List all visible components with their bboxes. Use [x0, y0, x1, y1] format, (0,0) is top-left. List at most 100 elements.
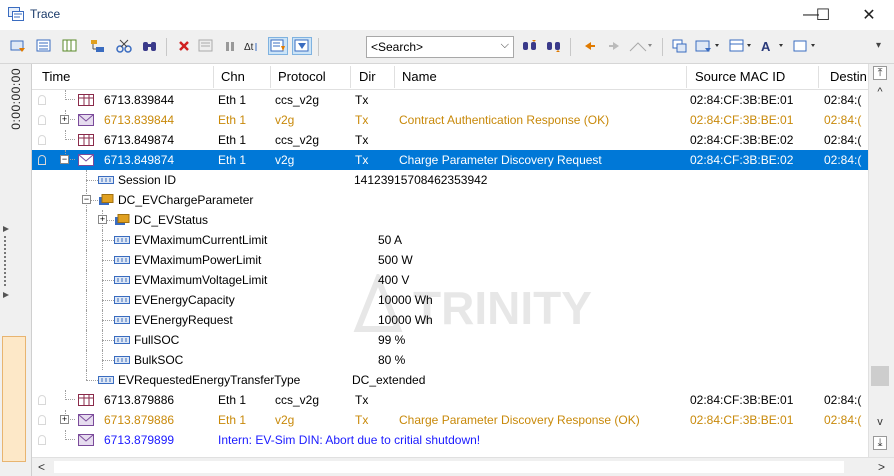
direction-cell: Tx — [355, 93, 369, 107]
bookmark-pin-icon[interactable] — [38, 95, 46, 105]
horizontal-scrollbar[interactable]: < > — [32, 457, 894, 476]
expand-icon[interactable]: + — [60, 415, 69, 424]
source-mac-cell: 02:84:CF:3B:BE:01 — [690, 413, 794, 427]
struct-icon — [114, 214, 130, 226]
autoscroll-icon[interactable] — [268, 37, 288, 55]
column-header-source-mac[interactable]: Source MAC ID — [695, 69, 785, 84]
toolbar: Δt <Search> ⌵ A ▾ — [0, 30, 894, 64]
column-header-chn[interactable]: Chn — [221, 69, 245, 84]
source-mac-cell: 02:84:CF:3B:BE:02 — [690, 153, 794, 167]
font-icon[interactable]: A — [760, 37, 790, 55]
field-name-cell: DC_EVChargeParameter — [118, 193, 254, 207]
message-text-cell: Intern: EV-Sim DIN: Abort due to critial… — [218, 433, 481, 447]
struct-icon — [98, 194, 114, 206]
collapse-icon[interactable]: − — [60, 155, 69, 164]
filter-active-icon[interactable] — [292, 37, 312, 55]
message-icon — [78, 434, 94, 446]
search-up-icon[interactable] — [544, 37, 564, 55]
field-icon — [114, 254, 130, 266]
column-header-dir[interactable]: Dir — [359, 69, 376, 84]
field-icon — [98, 174, 114, 186]
cut-icon[interactable] — [114, 37, 134, 55]
time-axis-strip[interactable]: 0:00:00:00 — [0, 64, 32, 476]
bookmark-pin-icon[interactable] — [38, 115, 46, 125]
protocol-cell: v2g — [275, 153, 295, 167]
trace-settings-icon[interactable] — [34, 37, 54, 55]
field-value-cell: 14123915708462353942 — [354, 173, 488, 187]
maximize-button[interactable]: ☐ — [800, 2, 846, 28]
trace-row[interactable]: − 6713.849874 Eth 1 v2g Tx Charge Parameter D… — [32, 150, 868, 170]
column-header-time[interactable]: Time — [42, 69, 70, 84]
tree-node[interactable]: EVMaximumPowerLimit 500 W — [32, 250, 868, 270]
columns-icon[interactable] — [60, 37, 80, 55]
title-bar: Trace — ☐ ✕ — [0, 0, 894, 30]
tree-connector — [102, 360, 114, 361]
search-input[interactable]: <Search> ⌵ — [366, 36, 514, 58]
tree-node[interactable]: − DC_EVChargeParameter — [32, 190, 868, 210]
field-name-cell: EVEnergyRequest — [134, 313, 233, 327]
vertical-scrollbar[interactable]: ⤒ ^ v ⤓ — [868, 64, 894, 457]
bookmark-pin-icon[interactable] — [38, 415, 46, 425]
expand-icon[interactable]: + — [60, 115, 69, 124]
prev-icon[interactable] — [580, 37, 600, 55]
field-value-cell: 500 W — [378, 253, 413, 267]
trace-row[interactable]: 6713.879886 Eth 1 ccs_v2g Tx 02:84:CF:3B:BE:… — [32, 390, 868, 410]
name-cell: Charge Parameter Discovery Request — [399, 153, 602, 167]
search-down-icon[interactable] — [520, 37, 540, 55]
view-icon[interactable] — [792, 37, 822, 55]
message-icon — [78, 154, 94, 166]
scroll-top-icon[interactable]: ⤒ — [873, 66, 887, 80]
trace-row[interactable]: 6713.879899 Intern: EV-Sim DIN: Abort due… — [32, 430, 868, 450]
tree-node[interactable]: Session ID 14123915708462353942 — [32, 170, 868, 190]
toolbar-overflow-icon[interactable]: ▾ — [876, 40, 881, 51]
chevron-down-icon[interactable]: ⌵ — [501, 39, 509, 52]
filter-icon[interactable] — [8, 37, 28, 55]
close-button[interactable]: ✕ — [846, 2, 892, 28]
horizontal-scroll-thumb[interactable] — [54, 461, 844, 473]
layout-icon[interactable] — [728, 37, 758, 55]
tree-node[interactable]: + DC_EVStatus — [32, 210, 868, 230]
bookmark-pin-icon[interactable] — [38, 395, 46, 405]
time-cell: 6713.879886 — [104, 413, 175, 427]
tree-node[interactable]: EVMaximumCurrentLimit 50 A — [32, 230, 868, 250]
tree-node[interactable]: EVRequestedEnergyTransferType DC_extended — [32, 370, 868, 390]
bookmark-pin-icon[interactable] — [38, 435, 46, 445]
scroll-up-icon[interactable]: ^ — [873, 86, 887, 100]
expand-icon[interactable]: + — [98, 215, 107, 224]
scroll-left-icon[interactable]: < — [38, 460, 45, 474]
column-header-name[interactable]: Name — [402, 69, 437, 84]
time-region-highlight — [2, 336, 26, 462]
pause-gray-icon[interactable] — [196, 37, 216, 55]
bookmark-pin-icon[interactable] — [38, 155, 46, 165]
export-icon[interactable] — [694, 37, 724, 55]
column-header-destination[interactable]: Destin — [830, 69, 867, 84]
tree-connector — [65, 90, 75, 100]
field-icon — [114, 354, 130, 366]
tree-connector — [86, 290, 87, 310]
scroll-down-icon[interactable]: v — [873, 416, 887, 430]
delete-icon[interactable] — [174, 37, 194, 55]
trace-row[interactable]: 6713.839844 Eth 1 ccs_v2g Tx 02:84:CF:3B:BE:… — [32, 90, 868, 110]
tree-connector — [65, 390, 75, 400]
window-icon[interactable] — [670, 37, 690, 55]
channel-cell: Eth 1 — [218, 393, 247, 407]
column-header-protocol[interactable]: Protocol — [278, 69, 326, 84]
time-format-icon[interactable]: Δt — [244, 37, 264, 55]
find-icon[interactable] — [140, 37, 160, 55]
field-name-cell: EVMaximumVoltageLimit — [134, 273, 268, 287]
vertical-scroll-thumb[interactable] — [871, 366, 889, 386]
marker-arrow-icon — [3, 292, 9, 298]
bookmark-icon[interactable] — [626, 37, 656, 55]
scroll-bottom-icon[interactable]: ⤓ — [873, 436, 887, 450]
bookmark-pin-icon[interactable] — [38, 135, 46, 145]
trace-row[interactable]: 6713.849874 Eth 1 ccs_v2g Tx 02:84:CF:3B:BE:… — [32, 130, 868, 150]
trace-row[interactable]: +6713.839844 Eth 1 v2g Tx Contract Authentic… — [32, 110, 868, 130]
tree-icon[interactable] — [88, 37, 108, 55]
tree-node[interactable]: BulkSOC 80 % — [32, 350, 868, 370]
scroll-right-icon[interactable]: > — [878, 460, 885, 474]
trace-row[interactable]: +6713.879886 Eth 1 v2g Tx Charge Parameter D… — [32, 410, 868, 430]
next-icon[interactable] — [604, 37, 624, 55]
time-cell: 6713.849874 — [104, 133, 175, 147]
collapse-icon[interactable]: − — [82, 195, 91, 204]
pause-icon[interactable] — [220, 37, 240, 55]
